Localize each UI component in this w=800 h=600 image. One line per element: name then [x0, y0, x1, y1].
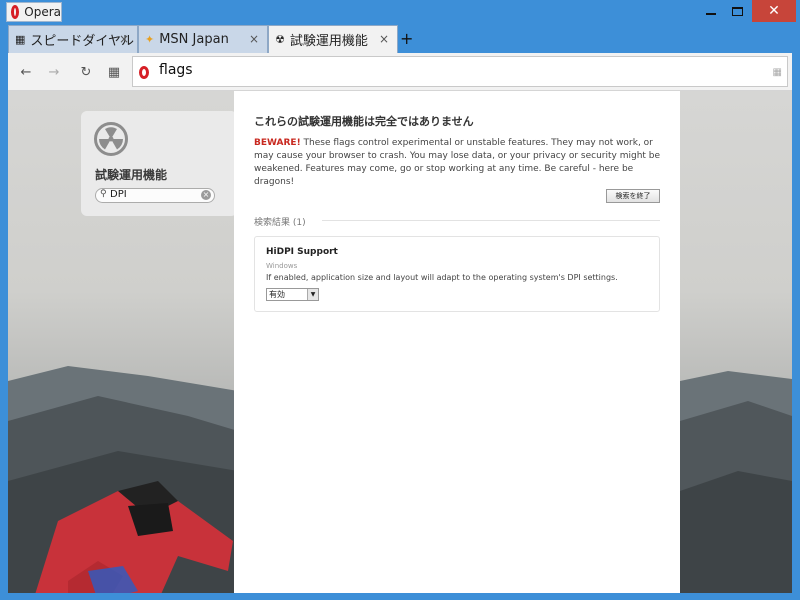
- radiation-icon: ☢: [275, 33, 285, 46]
- flag-name: HiDPI Support: [266, 247, 338, 257]
- radiation-icon: [94, 122, 128, 156]
- minimize-button[interactable]: [698, 0, 724, 22]
- clear-search-icon[interactable]: ×: [201, 190, 211, 200]
- tab-flags[interactable]: ☢ 試験運用機能 ×: [268, 25, 398, 53]
- maximize-icon: [731, 6, 743, 16]
- speed-dial-add-icon[interactable]: ▦: [773, 67, 783, 78]
- flags-search-input[interactable]: ⚲ DPI ×: [95, 188, 215, 203]
- beware-label: BEWARE!: [254, 138, 301, 148]
- maximize-button[interactable]: [724, 0, 750, 22]
- results-divider: [322, 220, 660, 221]
- tab-bar: ▦ スピードダイヤル × ✦ MSN Japan × ☢ 試験運用機能 × +: [8, 25, 792, 53]
- search-icon: ⚲: [100, 189, 107, 199]
- new-tab-button[interactable]: +: [400, 29, 413, 48]
- speed-dial-button[interactable]: ▦: [104, 62, 124, 82]
- tab-label: 試験運用機能: [289, 34, 368, 49]
- page-viewport: 試験運用機能 ⚲ DPI × これらの試験運用機能は完全ではありません BEWA…: [8, 91, 792, 593]
- address-input[interactable]: flags: [159, 62, 193, 78]
- msn-butterfly-icon: ✦: [145, 33, 155, 46]
- tab-close-icon[interactable]: ×: [379, 32, 389, 46]
- minimize-icon: [706, 13, 716, 15]
- flag-card-hidpi: HiDPI Support Windows If enabled, applic…: [254, 236, 660, 312]
- forward-button[interactable]: →: [44, 62, 64, 82]
- warning-text: These flags control experimental or unst…: [254, 138, 661, 187]
- tab-speed-dial[interactable]: ▦ スピードダイヤル ×: [8, 25, 138, 53]
- close-window-button[interactable]: ✕: [752, 0, 796, 22]
- opera-menu-button[interactable]: Opera: [6, 2, 62, 22]
- flag-description: If enabled, application size and layout …: [266, 273, 618, 282]
- opera-menu-label: Opera: [24, 5, 61, 19]
- end-search-button[interactable]: 検索を終了: [606, 189, 660, 203]
- tab-close-icon[interactable]: ×: [249, 32, 259, 46]
- flag-state-select[interactable]: 有効 ▼: [266, 288, 319, 301]
- tab-close-icon[interactable]: ×: [119, 32, 129, 46]
- flags-sidebar-card: 試験運用機能 ⚲ DPI ×: [81, 111, 237, 216]
- tab-msn-japan[interactable]: ✦ MSN Japan ×: [138, 25, 268, 53]
- opera-logo-icon: [11, 5, 20, 19]
- search-results-label: 検索結果 (1): [254, 218, 306, 228]
- tab-label: MSN Japan: [159, 32, 229, 47]
- window-titlebar: Opera ✕: [0, 0, 800, 24]
- address-bar[interactable]: flags ▦: [132, 56, 788, 87]
- search-value[interactable]: DPI: [110, 189, 127, 200]
- page-title: これらの試験運用機能は完全ではありません: [254, 115, 474, 128]
- navigation-toolbar: ← → ↻ ▦ flags ▦: [8, 53, 792, 91]
- window-bottom-border: [0, 593, 800, 600]
- opera-page-icon: [139, 66, 149, 79]
- chevron-down-icon: ▼: [307, 289, 318, 300]
- flag-selected-option: 有効: [269, 290, 285, 299]
- back-button[interactable]: ←: [16, 62, 36, 82]
- close-icon: ✕: [768, 3, 780, 19]
- flags-main-panel: これらの試験運用機能は完全ではありません BEWARE! These flags…: [234, 91, 680, 593]
- grid-icon: ▦: [15, 33, 26, 46]
- reload-button[interactable]: ↻: [76, 62, 96, 82]
- warning-text-block: BEWARE! These flags control experimental…: [254, 137, 664, 189]
- flag-platform: Windows: [266, 262, 298, 270]
- wingsuit-flyer-image: [35, 481, 233, 593]
- sidebar-title: 試験運用機能: [95, 168, 168, 182]
